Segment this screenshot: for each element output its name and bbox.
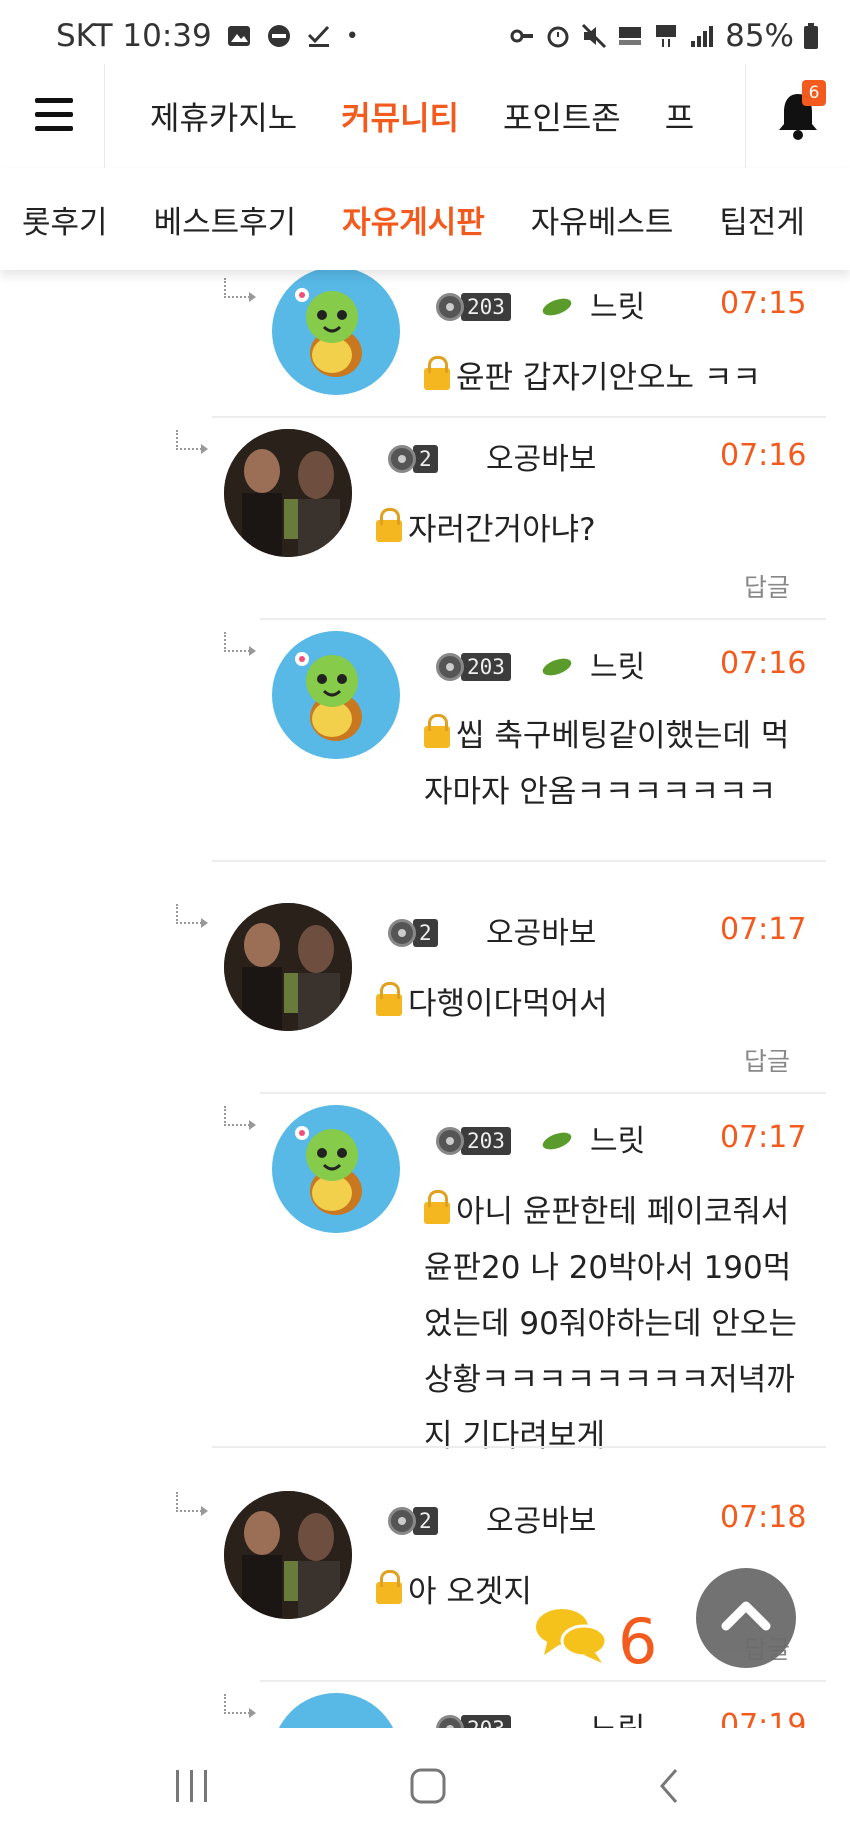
status-bar: SKT 10:39 • 85%: [0, 0, 850, 68]
reply-arrow-icon: [176, 430, 208, 454]
comment-text: 씹 축구베팅같이했는데 먹자마자 안옴ㅋㅋㅋㅋㅋㅋㅋ: [424, 714, 790, 810]
level-badge: 203: [436, 652, 511, 682]
comment-author[interactable]: 느릿: [590, 1704, 645, 1728]
comment-author[interactable]: 느릿: [590, 282, 645, 326]
comment-text: 자러간거아냐?: [376, 502, 796, 558]
sub-navigation: 롯후기 베스트후기 자유게시판 자유베스트 팁전게: [0, 168, 850, 270]
signal-icon: [691, 26, 714, 47]
leaf-icon: [542, 1132, 572, 1150]
level-badge: 203: [436, 1126, 511, 1156]
lock-icon: [376, 982, 402, 1016]
top-navigation: 제휴카지노 커뮤니티 포인트존 프 6: [0, 64, 850, 169]
comment-item: 2 오공바보 07:17 다행이다먹어서 답글: [0, 892, 850, 1094]
avatar[interactable]: [224, 903, 352, 1031]
do-not-disturb-icon: [267, 25, 290, 47]
comment-text: 다행이다먹어서: [376, 976, 796, 1032]
battery-percent: 85%: [725, 18, 794, 54]
gallery-icon: [227, 26, 250, 46]
reply-arrow-icon: [224, 1694, 256, 1718]
avatar[interactable]: [272, 270, 400, 395]
comment-text: 아니 윤판한테 페이코줘서 윤판20 나 20박아서 190먹었는데 90줘야하…: [424, 1190, 797, 1454]
comment-feed: 203 느릿 07:15 윤판 갑자기안오노 ㅋㅋ 2 오공바보 07:16 자…: [0, 270, 850, 1728]
leaf-icon: [542, 658, 572, 676]
subtab-review[interactable]: 롯후기: [22, 197, 108, 242]
avatar[interactable]: [272, 631, 400, 759]
tab-community[interactable]: 커뮤니티: [341, 93, 459, 139]
comment-time: 07:16: [720, 438, 807, 473]
comment-item: 203 느릿 07:16 씹 축구베팅같이했는데 먹자마자 안옴ㅋㅋㅋㅋㅋㅋㅋ: [0, 620, 850, 862]
home-icon[interactable]: [408, 1766, 448, 1806]
lock-icon: [376, 1570, 402, 1604]
reply-button[interactable]: 답글: [744, 1042, 790, 1078]
leaf-icon: [542, 298, 572, 316]
notification-button[interactable]: 6: [745, 64, 850, 168]
tab-pointzone[interactable]: 포인트존: [503, 93, 621, 139]
5g-icon: [656, 25, 677, 47]
chevron-up-icon: [721, 1601, 771, 1631]
lock-icon: [376, 508, 402, 542]
mute-icon: [582, 23, 607, 49]
scroll-top-button[interactable]: [696, 1568, 796, 1668]
top-nav-tabs: 제휴카지노 커뮤니티 포인트존 프: [150, 64, 694, 168]
level-badge: 2: [388, 918, 438, 948]
comment-text: 윤판 갑자기안오노 ㅋㅋ: [424, 350, 804, 406]
reply-arrow-icon: [224, 632, 256, 656]
back-icon[interactable]: [650, 1766, 690, 1806]
level-badge: 2: [388, 444, 438, 474]
comment-count-button[interactable]: 6: [532, 1585, 674, 1695]
status-carrier-time: SKT 10:39: [56, 18, 212, 54]
comment-author[interactable]: 느릿: [590, 1116, 645, 1160]
avatar[interactable]: [224, 1491, 352, 1619]
comment-author[interactable]: 느릿: [590, 642, 645, 686]
download-done-icon: [307, 25, 329, 47]
avatar[interactable]: [224, 429, 352, 557]
chat-bubbles-icon: [536, 1609, 608, 1663]
level-badge: 2: [388, 1506, 438, 1536]
comment-count: 6: [618, 1605, 658, 1678]
alarm-icon: [547, 26, 569, 48]
key-icon: [510, 29, 534, 43]
comment-author[interactable]: 오공바보: [486, 908, 596, 952]
comment-item: 203 느릿 07:15 윤판 갑자기안오노 ㅋㅋ: [0, 270, 850, 418]
tab-casino[interactable]: 제휴카지노: [150, 93, 297, 139]
comment-item: 203 느릿 07:17 아니 윤판한테 페이코줘서 윤판20 나 20박아서 …: [0, 1094, 850, 1454]
avatar[interactable]: [272, 1693, 400, 1728]
reply-button[interactable]: 답글: [744, 568, 790, 604]
notification-badge: 6: [802, 80, 826, 106]
reply-arrow-icon: [224, 278, 256, 302]
dot-icon: •: [345, 23, 359, 49]
reply-arrow-icon: [224, 1106, 256, 1130]
level-badge: 203: [436, 1714, 511, 1728]
comment-text: 아 오겟지: [376, 1564, 536, 1620]
recent-apps-icon[interactable]: [172, 1766, 212, 1806]
comment-item: 2 오공바보 07:16 자러간거아냐? 답글: [0, 418, 850, 620]
comment-time: 07:17: [720, 912, 807, 947]
hd-voice-icon: [619, 27, 642, 45]
comment-time: 07:19: [720, 1708, 807, 1728]
battery-icon: [804, 23, 818, 49]
comment-item: 203 느릿 07:19: [0, 1682, 850, 1728]
lock-icon: [424, 356, 450, 390]
subtab-free-board[interactable]: 자유게시판: [342, 197, 485, 242]
comment-time: 07:18: [720, 1500, 807, 1535]
system-navigation-bar: [0, 1728, 850, 1842]
reply-arrow-icon: [176, 1492, 208, 1516]
lock-icon: [424, 1190, 450, 1224]
level-badge: 203: [436, 292, 511, 322]
comment-author[interactable]: 오공바보: [486, 1496, 596, 1540]
hamburger-menu-button[interactable]: [0, 64, 105, 168]
lock-icon: [424, 714, 450, 748]
tab-more[interactable]: 프: [665, 93, 694, 139]
comment-time: 07:16: [720, 646, 807, 681]
reply-arrow-icon: [176, 904, 208, 928]
comment-time: 07:15: [720, 286, 807, 321]
subtab-tips[interactable]: 팁전게: [719, 197, 805, 242]
comment-time: 07:17: [720, 1120, 807, 1155]
avatar[interactable]: [272, 1105, 400, 1233]
comment-author[interactable]: 오공바보: [486, 434, 596, 478]
subtab-free-best[interactable]: 자유베스트: [531, 197, 674, 242]
subtab-best-review[interactable]: 베스트후기: [154, 197, 297, 242]
